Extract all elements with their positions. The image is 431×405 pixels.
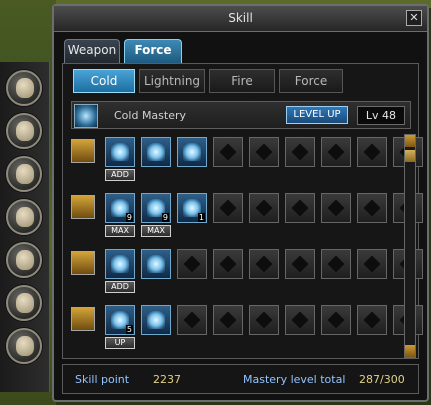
handshake-icon[interactable]	[6, 242, 42, 278]
skill-slot	[285, 193, 315, 223]
max-label: MAX	[105, 225, 135, 237]
tab-force-element[interactable]: Force	[279, 69, 343, 93]
max-label: MAX	[141, 225, 171, 237]
skill-slot	[177, 305, 207, 335]
skill-slot[interactable]	[105, 137, 135, 167]
skill-slot[interactable]: 1	[177, 193, 207, 223]
skill-slot	[321, 249, 351, 279]
scroll-icon[interactable]	[6, 285, 42, 321]
skill-rows: ADD 9 9 1 MAX MAX ADD 5 UP	[71, 135, 423, 357]
skill-footer: Skill point 2237 Mastery level total 287…	[62, 364, 419, 394]
skill-count: 5	[125, 325, 133, 334]
skill-slot[interactable]: 9	[141, 193, 171, 223]
window-title: Skill	[228, 11, 253, 25]
skill-slot[interactable]: 5	[105, 305, 135, 335]
skill-slot[interactable]	[141, 249, 171, 279]
scroll-down-button[interactable]	[405, 345, 415, 357]
skill-point-value: 2237	[153, 373, 181, 386]
gear-icon[interactable]	[6, 113, 42, 149]
wing-badge-icon	[71, 307, 95, 331]
arrow-badge-icon	[71, 251, 95, 275]
tab-fire[interactable]: Fire	[209, 69, 275, 93]
skill-count: 9	[161, 213, 169, 222]
close-button[interactable]: ✕	[406, 10, 422, 26]
ring-icon[interactable]	[6, 328, 42, 364]
skill-slot	[321, 305, 351, 335]
scroll-thumb[interactable]	[405, 150, 415, 162]
skill-row-4: 5 UP	[71, 303, 423, 355]
titlebar: Skill ✕	[54, 6, 427, 32]
portrait-icon[interactable]	[6, 70, 42, 106]
up-button[interactable]: UP	[105, 337, 135, 349]
snowflake-icon	[74, 104, 98, 128]
skill-slot	[321, 137, 351, 167]
skill-slot[interactable]: 9	[105, 193, 135, 223]
skill-slot[interactable]	[177, 137, 207, 167]
tab-cold[interactable]: Cold	[73, 69, 135, 93]
skill-point-label: Skill point	[75, 373, 130, 386]
skill-slot	[249, 305, 279, 335]
mastery-name: Cold Mastery	[114, 109, 187, 122]
scrollbar[interactable]	[404, 134, 416, 358]
mastery-total-label: Mastery level total	[243, 373, 346, 386]
tab-lightning[interactable]: Lightning	[139, 69, 205, 93]
add-button[interactable]: ADD	[105, 281, 135, 293]
level-up-button[interactable]: LEVEL UP	[286, 106, 348, 124]
skill-slot	[357, 249, 387, 279]
skill-row-1: ADD	[71, 135, 423, 187]
tab-force[interactable]: Force	[124, 39, 182, 63]
skill-slot	[357, 193, 387, 223]
boot-icon[interactable]	[6, 199, 42, 235]
add-button[interactable]: ADD	[105, 169, 135, 181]
skill-slot	[357, 137, 387, 167]
skill-panel: Cold Lightning Fire Force Cold Mastery L…	[62, 63, 423, 359]
skill-slot	[321, 193, 351, 223]
skill-slot	[249, 137, 279, 167]
skill-slot[interactable]	[141, 305, 171, 335]
skill-count: 9	[125, 213, 133, 222]
cold-badge-icon	[71, 139, 95, 163]
skill-slot[interactable]	[105, 249, 135, 279]
skill-slot	[285, 137, 315, 167]
skill-slot	[177, 249, 207, 279]
skill-count: 1	[197, 213, 205, 222]
skill-slot	[213, 249, 243, 279]
tab-weapon[interactable]: Weapon	[64, 39, 120, 63]
mastery-level: Lv 48	[357, 106, 405, 125]
book-icon[interactable]	[6, 156, 42, 192]
sidebar	[0, 62, 50, 392]
skill-row-2: 9 9 1 MAX MAX	[71, 191, 423, 243]
mastery-total-value: 287/300	[359, 373, 405, 386]
skill-row-3: ADD	[71, 247, 423, 299]
mastery-bar: Cold Mastery LEVEL UP Lv 48	[71, 101, 411, 129]
shield-badge-icon	[71, 195, 95, 219]
skill-slot	[357, 305, 387, 335]
scroll-up-button[interactable]	[405, 135, 415, 147]
skill-window: Skill ✕ Weapon Force Cold Lightning Fire…	[52, 4, 429, 402]
skill-slot	[285, 305, 315, 335]
skill-slot	[249, 193, 279, 223]
skill-slot	[285, 249, 315, 279]
skill-slot	[213, 193, 243, 223]
skill-slot	[213, 137, 243, 167]
skill-slot[interactable]	[141, 137, 171, 167]
skill-slot	[213, 305, 243, 335]
skill-slot	[249, 249, 279, 279]
